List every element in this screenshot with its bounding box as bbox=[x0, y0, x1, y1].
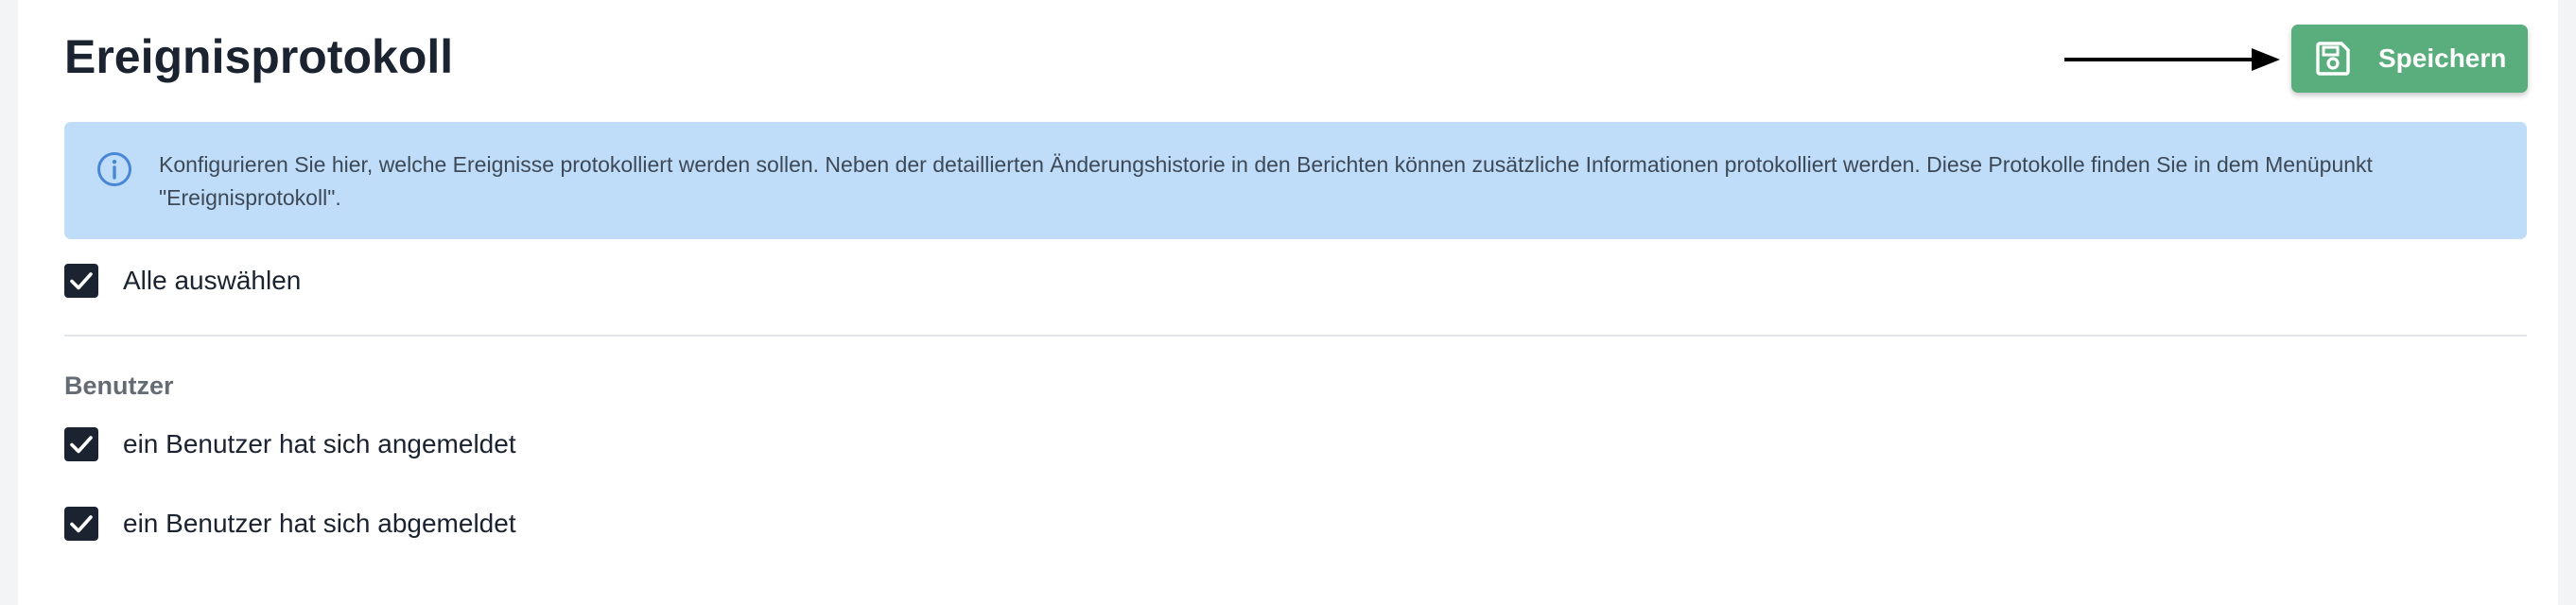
event-row-logout[interactable]: ein Benutzer hat sich abgemeldet bbox=[64, 505, 516, 543]
event-row-login[interactable]: ein Benutzer hat sich angemeldet bbox=[64, 425, 516, 463]
select-all-row[interactable]: Alle auswählen bbox=[64, 262, 301, 300]
info-circle-icon bbox=[97, 152, 131, 186]
event-checkbox-login[interactable] bbox=[64, 427, 98, 461]
save-button[interactable]: Speichern bbox=[2291, 25, 2528, 93]
floppy-disk-icon bbox=[2314, 40, 2352, 78]
content-panel: Ereignisprotokoll Speichern Konfiguriere… bbox=[18, 0, 2558, 605]
event-checkbox-logout[interactable] bbox=[64, 507, 98, 541]
event-label-login[interactable]: ein Benutzer hat sich angemeldet bbox=[123, 429, 516, 459]
divider bbox=[64, 335, 2527, 337]
event-label-logout[interactable]: ein Benutzer hat sich abgemeldet bbox=[123, 509, 516, 539]
checkmark-icon bbox=[70, 272, 93, 290]
info-banner: Konfigurieren Sie hier, welche Ereigniss… bbox=[64, 122, 2527, 239]
info-text: Konfigurieren Sie hier, welche Ereigniss… bbox=[159, 152, 2373, 210]
arrow-right-icon bbox=[2064, 48, 2280, 71]
checkmark-icon bbox=[70, 436, 93, 454]
page-title: Ereignisprotokoll bbox=[64, 30, 454, 83]
select-all-label[interactable]: Alle auswählen bbox=[123, 266, 301, 296]
save-button-label: Speichern bbox=[2378, 43, 2507, 73]
checkmark-icon bbox=[70, 515, 93, 533]
section-heading-benutzer: Benutzer bbox=[64, 372, 174, 400]
select-all-checkbox[interactable] bbox=[64, 264, 98, 298]
